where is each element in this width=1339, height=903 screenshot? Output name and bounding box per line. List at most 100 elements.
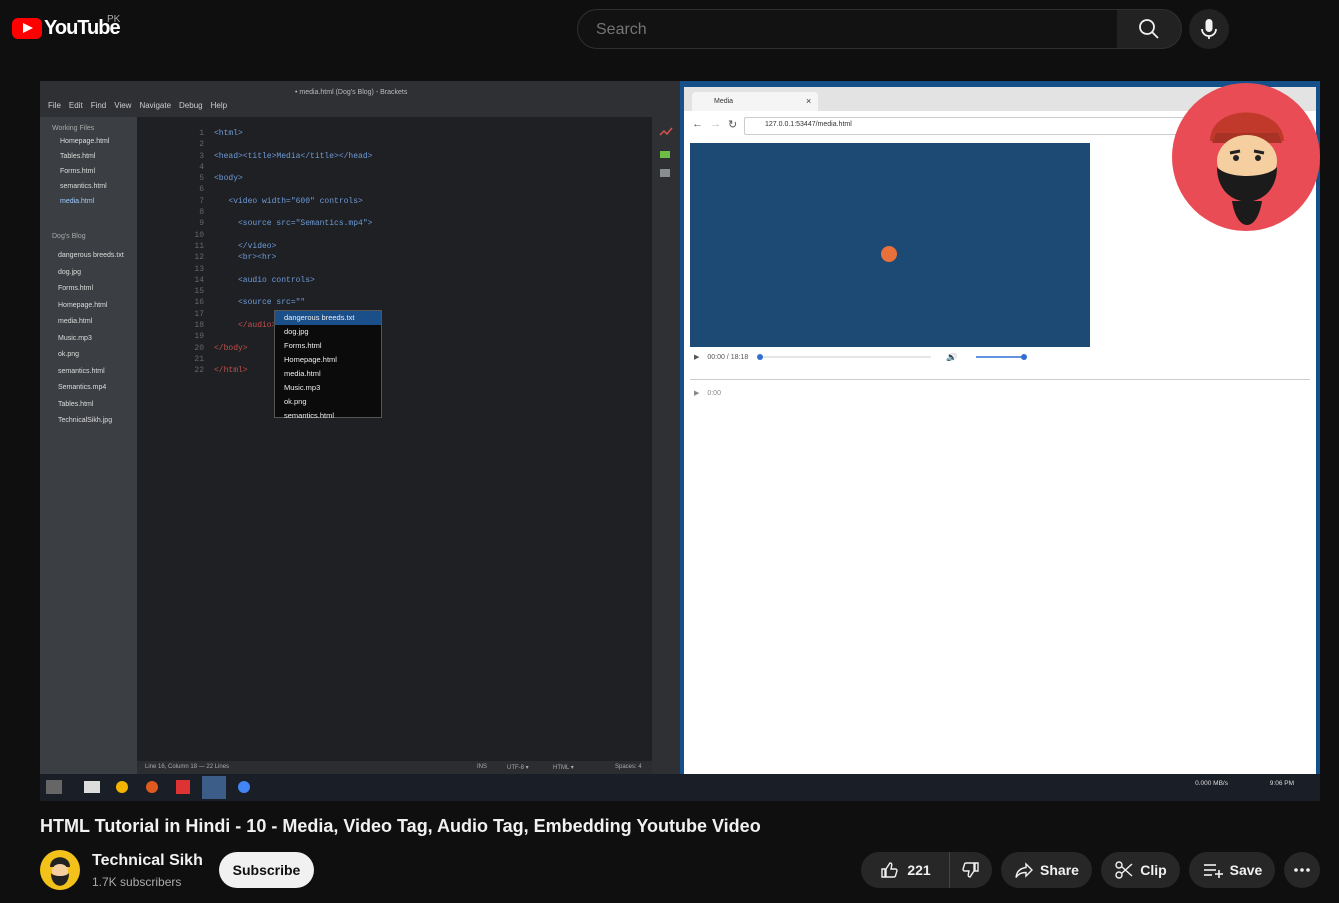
autocomplete-item: dog.jpg	[284, 327, 309, 336]
code-line: 7 <video width="600" controls>	[180, 197, 372, 208]
svg-text:🔊: 🔊	[946, 353, 957, 361]
hr-divider	[690, 379, 1310, 380]
code-line: 4	[180, 163, 372, 174]
code-line: 6	[180, 185, 372, 196]
line-number: 17	[194, 309, 204, 319]
menu-item: File	[48, 101, 61, 110]
video-title: HTML Tutorial in Hindi - 10 - Media, Vid…	[40, 816, 761, 836]
line-number: 20	[194, 343, 204, 353]
microphone-icon	[1201, 19, 1217, 39]
save-button[interactable]: Save	[1189, 852, 1275, 888]
menu-item: Help	[210, 101, 228, 110]
cursor-highlight	[881, 246, 897, 262]
code-line: 10	[180, 231, 372, 242]
line-number: 16	[194, 298, 204, 308]
line-number: 8	[199, 208, 204, 218]
search-button[interactable]	[1117, 9, 1182, 49]
embedded-video	[690, 143, 1090, 347]
clip-label: Clip	[1140, 862, 1167, 878]
playlist-add-icon	[1203, 864, 1223, 878]
code-text: </body>	[214, 343, 248, 353]
menu-item: Navigate	[139, 101, 172, 110]
code-line: 14 <audio controls>	[180, 276, 372, 287]
clip-button[interactable]: Clip	[1101, 852, 1180, 888]
code-text: </video>	[214, 241, 277, 251]
subscribe-button[interactable]: Subscribe	[219, 852, 314, 888]
autocomplete-popup: dangerous breeds.txt dog.jpg Forms.html …	[274, 310, 382, 419]
code-text: <html>	[214, 129, 243, 138]
project-file: TechnicalSikh.jpg	[58, 417, 113, 424]
project-file: ok.png	[58, 351, 80, 358]
autocomplete-item: Music.mp3	[284, 383, 321, 392]
code-text: <br><hr>	[214, 253, 277, 263]
video-player[interactable]: • media.html (Dog's Blog) - Brackets Fil…	[40, 81, 1320, 801]
line-number: 19	[194, 332, 204, 342]
line-number: 18	[194, 321, 204, 331]
working-file: semantics.html	[60, 183, 107, 190]
code-line: 12 <br><hr>	[180, 253, 372, 264]
autocomplete-item: Homepage.html	[284, 355, 337, 364]
editor-toolbar-right	[652, 117, 680, 774]
working-file: Tables.html	[60, 153, 96, 160]
reload-icon: ↻	[728, 119, 738, 131]
youtube-play-icon	[12, 17, 42, 39]
status-ins: INS	[477, 764, 488, 770]
working-file-active: media.html	[60, 198, 95, 205]
line-number: 13	[194, 264, 204, 274]
more-actions-button[interactable]	[1284, 852, 1320, 888]
youtube-logo[interactable]: YouTube	[12, 16, 121, 40]
dislike-button[interactable]	[949, 852, 992, 888]
line-number: 11	[194, 241, 204, 251]
code-text: </html>	[214, 366, 248, 376]
browser-tab: Media ×	[692, 92, 818, 111]
audio-time: 0:00	[707, 390, 721, 397]
code-line: 15	[180, 287, 372, 298]
code-line: 16 <source src=""	[180, 298, 372, 309]
cursor-position: Line 16, Column 18 — 22 Lines	[145, 764, 230, 770]
code-line: 1 <html>	[180, 129, 372, 140]
line-number: 6	[199, 185, 204, 195]
video-progress: 🔊	[757, 351, 1028, 363]
close-icon: ×	[806, 96, 812, 106]
line-number: 1	[199, 129, 204, 138]
autocomplete-item: media.html	[284, 369, 321, 378]
like-dislike-group: 221	[861, 852, 992, 888]
scissors-icon	[1115, 861, 1133, 879]
editor-title: • media.html (Dog's Blog) - Brackets	[295, 89, 408, 96]
search-input[interactable]	[594, 20, 1098, 40]
line-number: 7	[199, 196, 204, 206]
share-button[interactable]: Share	[1001, 852, 1092, 888]
network-speed: 0.000 MB/s	[1195, 780, 1228, 787]
menu-item: Edit	[68, 101, 83, 110]
channel-avatar[interactable]	[40, 850, 80, 890]
voice-search-button[interactable]	[1189, 9, 1229, 49]
code-text: <video width="600" controls>	[214, 196, 363, 206]
editor-titlebar: • media.html (Dog's Blog) - Brackets Fil…	[40, 81, 680, 117]
video-time: 00:00 / 18:18	[707, 354, 749, 361]
code-text: <source src="Semantics.mp4">	[214, 219, 373, 229]
line-number: 10	[194, 230, 204, 240]
editor-statusbar: Line 16, Column 18 — 22 Lines INS UTF-8 …	[137, 761, 652, 774]
country-code: PK	[107, 14, 121, 25]
autocomplete-item: semantics.html	[284, 411, 335, 419]
like-button[interactable]: 221	[861, 852, 950, 888]
search-bar	[577, 9, 1182, 49]
taskbar-icons	[46, 776, 250, 799]
code-text: <head><title>Media</title></head>	[214, 151, 373, 161]
browser-tab-title: Media	[714, 98, 734, 105]
line-number: 4	[199, 162, 204, 172]
code-text: </audio>	[214, 321, 277, 331]
line-number: 22	[194, 366, 204, 376]
thumbs-up-icon	[881, 862, 898, 878]
menu-item: Debug	[179, 101, 203, 110]
forward-icon: →	[710, 118, 721, 130]
code-text: <body>	[214, 174, 243, 184]
status-spaces: Spaces: 4	[615, 764, 642, 770]
code-text: <audio controls>	[214, 275, 315, 285]
audio-controls: ▶ 0:00	[694, 389, 721, 397]
channel-name[interactable]: Technical Sikh	[92, 852, 203, 870]
subscriber-count: 1.7K subscribers	[92, 875, 182, 889]
search-icon	[1139, 19, 1159, 39]
share-icon	[1015, 862, 1034, 878]
project-file: media.html	[58, 318, 93, 325]
